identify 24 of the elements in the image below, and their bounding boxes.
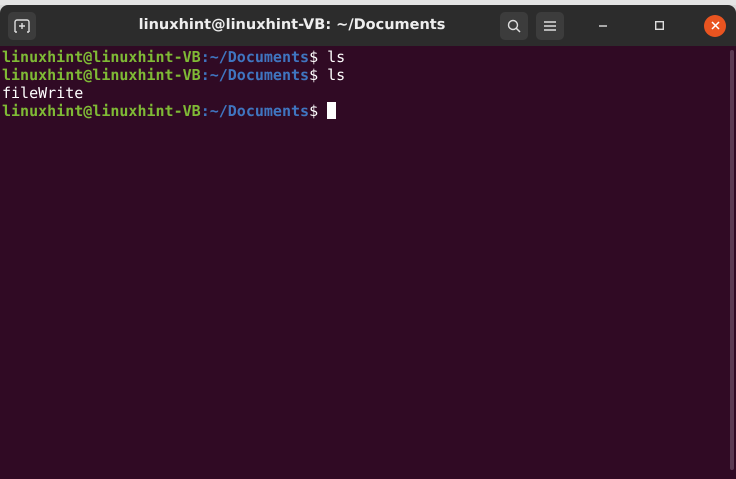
menu-icon <box>544 20 556 30</box>
maximize-icon <box>654 21 664 30</box>
prompt-user-host: linuxhint@linuxhint-VB <box>2 66 201 84</box>
prompt-user-host: linuxhint@linuxhint-VB <box>2 48 201 66</box>
prompt-symbol: $ <box>309 102 318 120</box>
new-tab-button[interactable] <box>8 12 36 40</box>
new-tab-icon <box>14 18 30 32</box>
output-text: fileWrite <box>2 84 84 102</box>
command-text: ls <box>327 66 346 84</box>
search-icon <box>507 18 521 32</box>
search-button[interactable] <box>500 12 528 40</box>
prompt-user-host: linuxhint@linuxhint-VB <box>2 102 201 120</box>
prompt-path: :~/Documents <box>200 66 310 84</box>
prompt-symbol: $ <box>309 48 318 66</box>
close-icon <box>710 21 720 30</box>
close-button[interactable] <box>704 14 726 36</box>
prompt-path: :~/Documents <box>200 48 310 66</box>
window-title: linuxhint@linuxhint-VB: ~/Documents <box>138 16 446 35</box>
scrollbar[interactable] <box>730 50 734 470</box>
command-text: ls <box>327 48 346 66</box>
menu-button[interactable] <box>536 12 564 40</box>
prompt-path: :~/Documents <box>200 102 310 120</box>
prompt-symbol: $ <box>309 66 318 84</box>
minimize-icon <box>599 24 607 26</box>
